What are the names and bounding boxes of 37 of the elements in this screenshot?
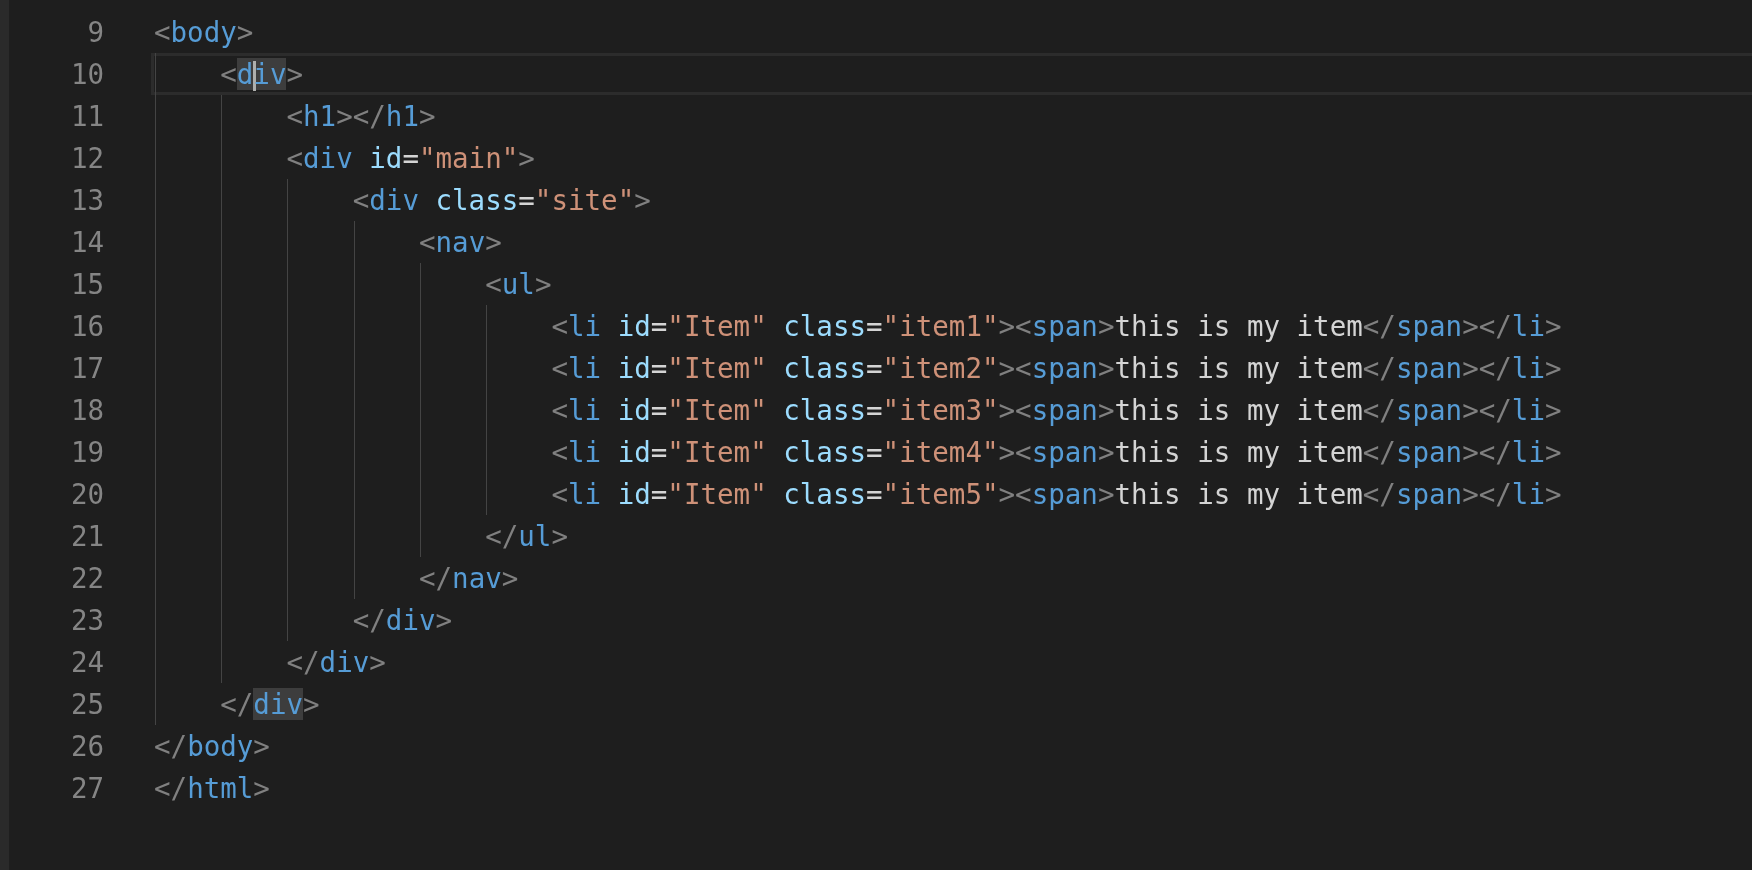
- line-number: 20: [69, 478, 104, 510]
- code-line: <ul>: [485, 267, 552, 302]
- code-line: <body>: [154, 15, 254, 50]
- line-number: 10: [69, 58, 104, 90]
- line-number: 21: [69, 520, 104, 552]
- line-number: 15: [69, 268, 104, 300]
- code-line: </div>: [286, 645, 386, 680]
- code-line: </div>: [220, 687, 320, 722]
- line-number: 23: [69, 604, 104, 636]
- line-number: 22: [69, 562, 104, 594]
- line-number: 25: [69, 688, 104, 720]
- line-number: 14: [69, 226, 104, 258]
- line-number: 13: [69, 184, 104, 216]
- code-line: <li id="Item" class="item3"><span>this is my item</span></li>: [551, 393, 1562, 428]
- code-line: </nav>: [418, 561, 519, 596]
- line-number: 17: [69, 352, 104, 384]
- line-number: 26: [69, 730, 104, 762]
- code-line: <nav>: [418, 225, 502, 260]
- line-number: 18: [69, 394, 104, 426]
- line-number: 19: [69, 436, 104, 468]
- line-number: 16: [69, 310, 104, 342]
- line-number: 9: [86, 16, 104, 48]
- code-line: </ul>: [485, 519, 568, 554]
- code-line: <div class="site">: [352, 183, 651, 218]
- line-number: 12: [69, 142, 104, 174]
- code-line: </html>: [154, 771, 270, 806]
- code-line: <div id="main">: [286, 141, 535, 176]
- code-line: <li id="Item" class="item1"><span>this is my item</span></li>: [551, 309, 1562, 344]
- line-number: 27: [69, 772, 104, 804]
- code-line: <h1></h1>: [286, 99, 436, 134]
- line-number: 24: [69, 646, 104, 678]
- code-line: <li id="Item" class="item2"><span>this is my item</span></li>: [551, 351, 1562, 386]
- code-line: <li id="Item" class="item5"><span>this is my item</span></li>: [551, 477, 1562, 512]
- code-line: <li id="Item" class="item4"><span>this is my item</span></li>: [551, 435, 1562, 470]
- line-number: 11: [69, 100, 104, 132]
- code-line: </body>: [154, 729, 270, 764]
- code-line: </div>: [352, 603, 453, 638]
